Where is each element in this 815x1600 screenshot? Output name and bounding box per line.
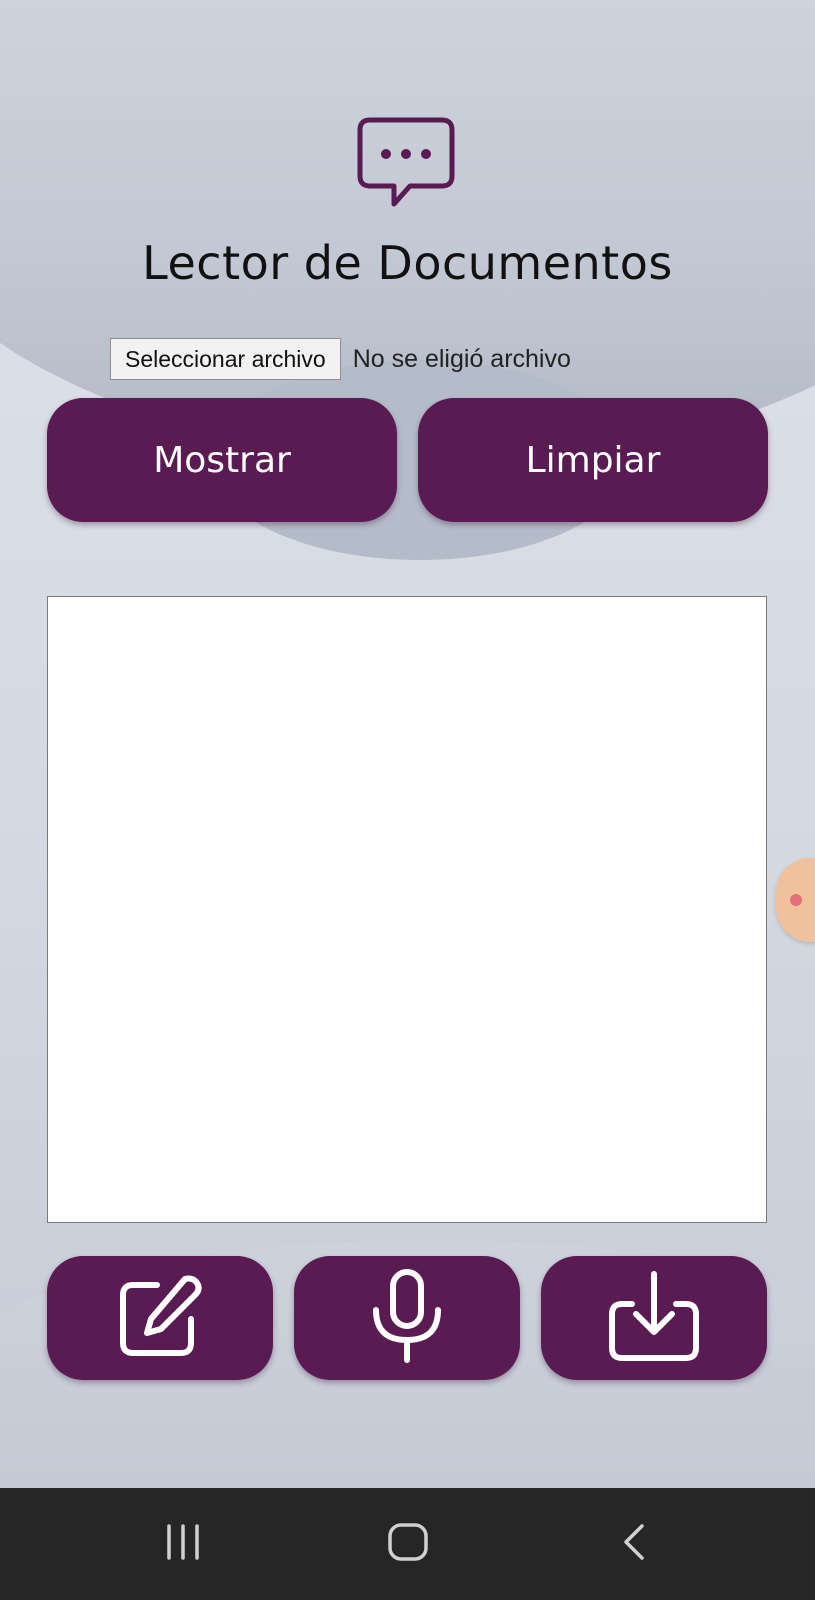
app-screen: Lector de Documentos Seleccionar archivo… <box>0 0 815 1488</box>
select-file-button[interactable]: Seleccionar archivo <box>110 338 341 380</box>
page-title: Lector de Documentos <box>142 236 673 290</box>
edge-panel-dot <box>790 894 802 906</box>
recents-icon <box>163 1524 203 1564</box>
microphone-button[interactable] <box>294 1256 520 1380</box>
edit-button[interactable] <box>47 1256 273 1380</box>
download-button[interactable] <box>541 1256 767 1380</box>
clear-button[interactable]: Limpiar <box>418 398 768 522</box>
edge-panel-handle[interactable] <box>776 858 815 942</box>
home-icon <box>387 1522 429 1566</box>
edit-icon <box>115 1271 205 1365</box>
back-button[interactable] <box>588 1508 678 1580</box>
file-input: Seleccionar archivo No se eligió archivo <box>110 338 571 380</box>
home-button[interactable] <box>363 1508 453 1580</box>
microphone-icon <box>362 1268 452 1368</box>
back-icon <box>618 1522 648 1566</box>
chat-bubble-dots-icon <box>356 116 456 214</box>
document-text-area[interactable] <box>47 596 767 1223</box>
file-status-text: No se eligió archivo <box>352 344 571 373</box>
show-button[interactable]: Mostrar <box>47 398 397 522</box>
download-icon <box>604 1268 704 1368</box>
recents-button[interactable] <box>138 1508 228 1580</box>
system-navigation-bar <box>0 1488 815 1600</box>
